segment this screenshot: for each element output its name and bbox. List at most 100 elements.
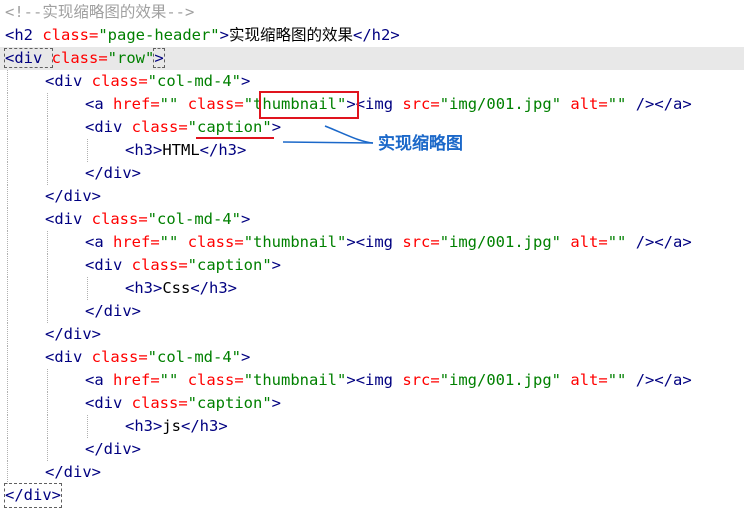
tag-end: /></a> — [626, 95, 692, 113]
tag-end: /></a> — [626, 371, 692, 389]
attribute-value: "thumbnail" — [243, 371, 347, 389]
attribute-name: class= — [51, 49, 108, 67]
indent-guide — [7, 392, 8, 415]
indent-guide — [47, 162, 48, 185]
tag-open: <h3> — [125, 279, 163, 297]
tag-open: <img — [355, 233, 403, 251]
tag-open: <div — [85, 256, 132, 274]
code-line[interactable]: <a href="" class="thumbnail"><img src="i… — [0, 231, 744, 254]
code-editor[interactable]: <!--实现缩略图的效果--> <h2 class="page-header">… — [0, 0, 744, 511]
tag-open: <img — [355, 95, 403, 113]
indent-guide — [47, 116, 48, 139]
code-line[interactable]: </div> — [0, 323, 744, 346]
attribute-name: class= — [187, 233, 244, 251]
code-line[interactable]: <div class="caption"> — [0, 392, 744, 415]
heading-text: Css — [162, 279, 191, 297]
attribute-name: alt= — [570, 95, 608, 113]
code-line[interactable]: </div> — [0, 438, 744, 461]
attribute-name: class= — [42, 26, 99, 44]
tag-open: <h2 — [5, 26, 43, 44]
heading-text: js — [162, 417, 181, 435]
code-line[interactable]: <h2 class="page-header">实现缩略图的效果</h2> — [0, 24, 744, 47]
code-line[interactable]: </div> — [0, 300, 744, 323]
attribute-value: "" — [159, 233, 179, 251]
attribute-name: class= — [131, 394, 188, 412]
code-line[interactable]: </div> — [0, 483, 744, 508]
attribute-value: "row" — [107, 49, 155, 67]
tag-end: </h3> — [181, 417, 228, 435]
matched-tag-close: > — [153, 48, 165, 68]
attribute-name: src= — [402, 233, 440, 251]
attribute-name: class= — [187, 95, 244, 113]
indent-guide — [7, 369, 8, 392]
indent-guide — [7, 415, 8, 438]
indent-guide — [87, 415, 88, 438]
attribute-value: "" — [607, 95, 627, 113]
attribute-name: class= — [187, 371, 244, 389]
tag-end: </div> — [45, 187, 101, 205]
attribute-value: "col-md-4" — [147, 210, 241, 228]
tag-end: </div> — [85, 302, 141, 320]
code-line-current[interactable]: <div class="row"> — [0, 47, 744, 70]
tag-end: </div> — [45, 325, 101, 343]
heading-text: HTML — [162, 141, 200, 159]
attribute-value-quote: " — [262, 118, 272, 136]
indent-guide — [47, 231, 48, 254]
code-line[interactable]: <div class="col-md-4"> — [0, 70, 744, 93]
indent-guide — [7, 254, 8, 277]
indent-guide — [47, 438, 48, 461]
code-line[interactable]: <a href="" class="thumbnail"><img src="i… — [0, 93, 744, 116]
indent-guide — [47, 277, 48, 300]
attribute-name: href= — [113, 95, 160, 113]
indent-guide — [87, 139, 88, 162]
indent-guide — [47, 392, 48, 415]
tag-open: <img — [355, 371, 403, 389]
indent-guide — [7, 93, 8, 116]
attribute-value: "img/001.jpg" — [439, 371, 562, 389]
code-line[interactable]: <h3>Css</h3> — [0, 277, 744, 300]
code-line[interactable]: <!--实现缩略图的效果--> — [0, 1, 744, 24]
indent-guide — [47, 415, 48, 438]
indent-guide — [47, 369, 48, 392]
code-line[interactable]: <div class="caption"> — [0, 254, 744, 277]
tag-end: </h3> — [190, 279, 237, 297]
attribute-value: "" — [607, 233, 627, 251]
attribute-value: "caption" — [187, 256, 272, 274]
indent-guide — [47, 139, 48, 162]
tag-end: </div> — [85, 164, 141, 182]
code-line[interactable]: <h3>HTML</h3> — [0, 139, 744, 162]
code-line[interactable]: <div class="col-md-4"> — [0, 208, 744, 231]
attribute-value-quote: " — [243, 95, 254, 113]
attribute-value: "page-header" — [98, 26, 220, 44]
tag-close: > — [241, 72, 251, 90]
tag-close: > — [271, 118, 282, 136]
indent-guide — [7, 70, 8, 93]
attribute-value: "" — [159, 95, 179, 113]
indent-guide — [47, 300, 48, 323]
code-line[interactable]: <a href="" class="thumbnail"><img src="i… — [0, 369, 744, 392]
code-line[interactable]: </div> — [0, 461, 744, 484]
thumbnail-highlight-box — [259, 91, 359, 119]
attribute-value: "caption" — [187, 394, 272, 412]
attribute-value: "" — [159, 371, 179, 389]
code-line[interactable]: <div class="col-md-4"> — [0, 346, 744, 369]
code-line[interactable]: </div> — [0, 185, 744, 208]
indent-guide — [47, 254, 48, 277]
attribute-name: href= — [113, 233, 160, 251]
code-line[interactable]: <div class="caption"> — [0, 116, 744, 139]
attribute-value: "img/001.jpg" — [439, 95, 562, 113]
code-line[interactable]: </div> — [0, 162, 744, 185]
tag-close: > — [219, 26, 229, 44]
attribute-value-quote: " — [187, 118, 198, 136]
heading-text: 实现缩略图的效果 — [229, 26, 354, 44]
attribute-name: class= — [91, 72, 148, 90]
tag-open: <div — [45, 72, 92, 90]
indent-guide — [7, 277, 8, 300]
tag-end: /></a> — [626, 233, 692, 251]
indent-guide — [7, 461, 8, 484]
attribute-name: class= — [131, 256, 188, 274]
attribute-value: "col-md-4" — [147, 348, 241, 366]
tag-open: <div — [85, 394, 132, 412]
code-line[interactable]: <h3>js</h3> — [0, 415, 744, 438]
tag-end: </h2> — [353, 26, 400, 44]
